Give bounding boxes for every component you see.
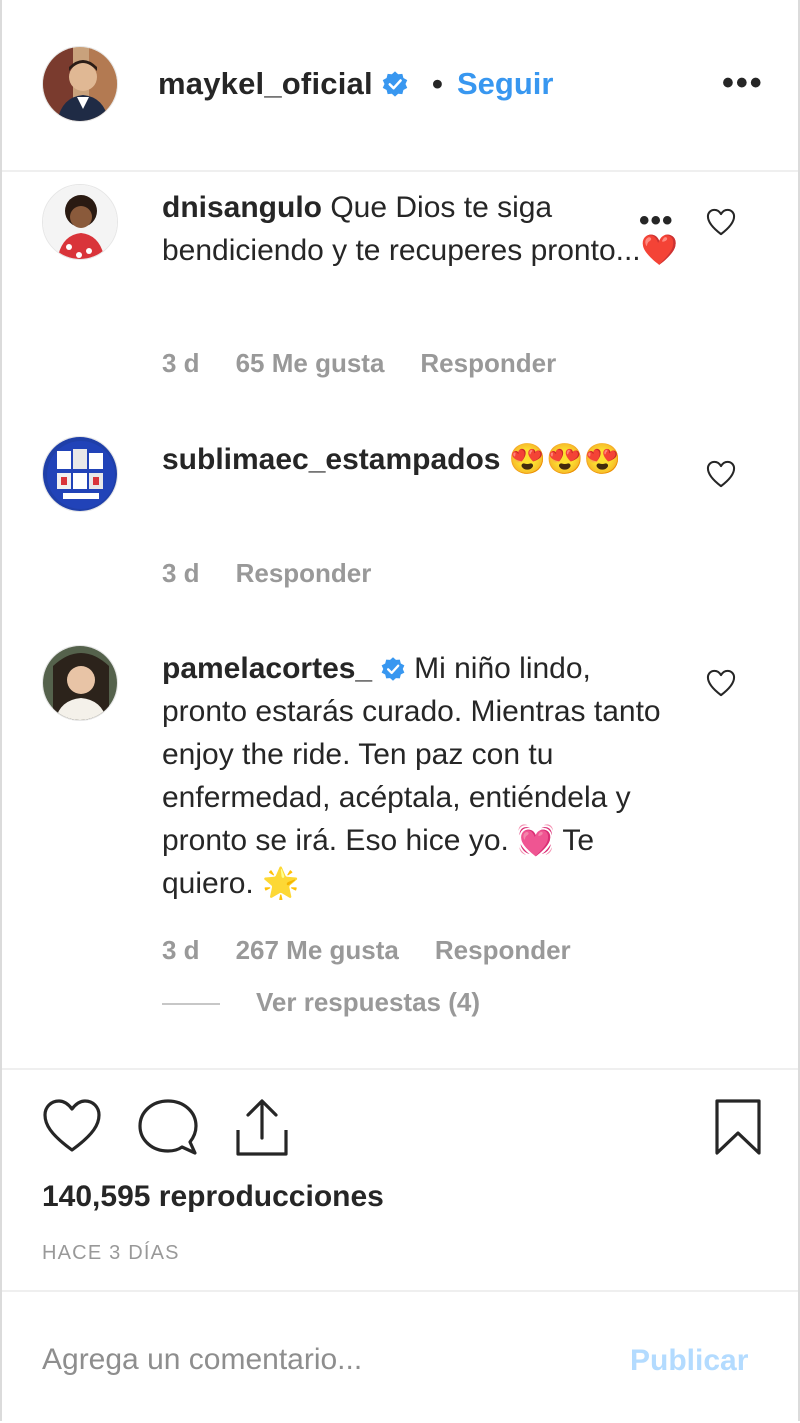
comment-likes[interactable]: 65 Me gusta	[236, 348, 385, 378]
verified-badge-icon	[381, 657, 405, 681]
publish-button[interactable]: Publicar	[630, 1344, 748, 1378]
like-heart-icon[interactable]	[42, 1098, 102, 1154]
comment-meta: 3 d 65 Me gusta Responder	[162, 348, 592, 379]
comment-body: pamelacortes_ Mi niño lindo, pronto estar…	[162, 647, 682, 905]
comment-body: dnisangulo Que Dios te siga bendiciendo …	[162, 186, 682, 272]
comment-composer: Publicar	[2, 1290, 798, 1423]
comment-like-heart-icon[interactable]	[706, 208, 736, 236]
author-avatar[interactable]	[42, 46, 118, 122]
commenter-avatar[interactable]	[42, 645, 118, 721]
reply-button[interactable]: Responder	[435, 935, 571, 965]
post-header: maykel_oficial • Seguir •••	[2, 0, 798, 172]
star-emoji: 🌟	[262, 867, 300, 900]
comment-input[interactable]	[42, 1332, 602, 1388]
comment-like-heart-icon[interactable]	[706, 669, 736, 697]
comment-username[interactable]: sublimaec_estampados	[162, 443, 500, 476]
post-timestamp[interactable]: HACE 3 DÍAS	[42, 1242, 180, 1265]
follow-button[interactable]: Seguir	[457, 66, 553, 102]
author-username-text[interactable]: maykel_oficial	[158, 66, 373, 101]
red-heart-emoji: ❤️	[640, 234, 678, 267]
comment-body: sublimaec_estampados 😍😍😍	[162, 438, 682, 481]
share-icon[interactable]	[234, 1098, 290, 1158]
more-options-icon[interactable]: •••	[722, 64, 764, 103]
comment-time[interactable]: 3 d	[162, 348, 200, 378]
reply-button[interactable]: Responder	[420, 348, 556, 378]
separator-dot: •	[432, 66, 443, 101]
verified-badge-icon	[382, 71, 408, 97]
comment-more-icon[interactable]: •••	[639, 204, 674, 238]
comment-likes[interactable]: 267 Me gusta	[236, 935, 399, 965]
commenter-avatar[interactable]	[42, 184, 118, 260]
heart-eyes-emoji: 😍😍😍	[508, 443, 621, 476]
post-actions-section: 140,595 reproducciones HACE 3 DÍAS	[2, 1068, 798, 1292]
comment-time[interactable]: 3 d	[162, 935, 200, 965]
reply-button[interactable]: Responder	[236, 558, 372, 588]
comment-icon[interactable]	[138, 1098, 198, 1156]
replies-divider-line	[162, 1003, 220, 1006]
view-count[interactable]: 140,595 reproducciones	[42, 1180, 384, 1214]
commenter-avatar[interactable]	[42, 436, 118, 512]
comment-username[interactable]: pamelacortes_	[162, 652, 372, 685]
author-username[interactable]: maykel_oficial	[158, 66, 409, 102]
bookmark-icon[interactable]	[714, 1098, 762, 1156]
view-replies-button[interactable]: Ver respuestas (4)	[256, 987, 480, 1017]
comment-meta: 3 d 267 Me gusta Responder	[162, 935, 607, 966]
growing-heart-emoji: 💓	[517, 824, 555, 857]
view-replies-row: Ver respuestas (4)	[162, 987, 480, 1018]
comment-username[interactable]: dnisangulo	[162, 191, 322, 224]
comment-meta: 3 d Responder	[162, 558, 407, 589]
comment-like-heart-icon[interactable]	[706, 460, 736, 488]
comment-time[interactable]: 3 d	[162, 558, 200, 588]
